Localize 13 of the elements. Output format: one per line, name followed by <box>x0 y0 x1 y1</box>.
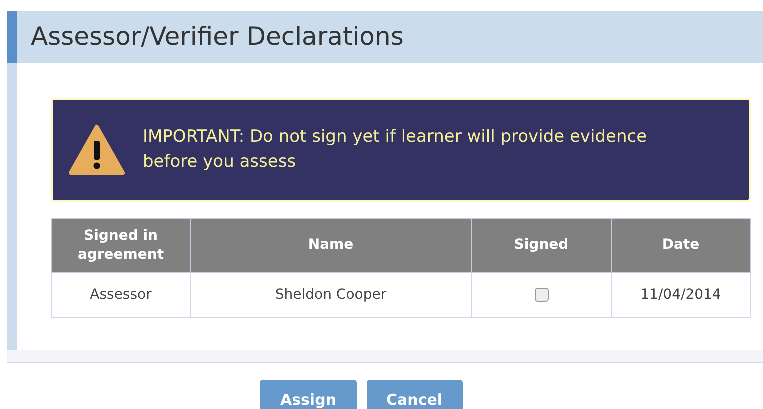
column-header: Name <box>190 218 472 272</box>
warning-icon <box>69 124 125 176</box>
table-cell: Sheldon Cooper <box>190 272 472 318</box>
cancel-button[interactable]: Cancel <box>366 380 463 409</box>
signed-checkbox[interactable] <box>534 288 548 302</box>
column-header: Signed in agreement <box>52 218 190 272</box>
table-cell: Assessor <box>52 272 190 318</box>
alert-message: IMPORTANT: Do not sign yet if learner will provide evidence before you assess <box>143 126 648 174</box>
column-header: Date <box>612 218 750 272</box>
assign-button[interactable]: Assign <box>260 380 356 409</box>
column-header: Signed <box>472 218 612 272</box>
table-cell: 11/04/2014 <box>612 272 750 318</box>
panel-title: Assessor/Verifier Declarations <box>31 21 404 54</box>
